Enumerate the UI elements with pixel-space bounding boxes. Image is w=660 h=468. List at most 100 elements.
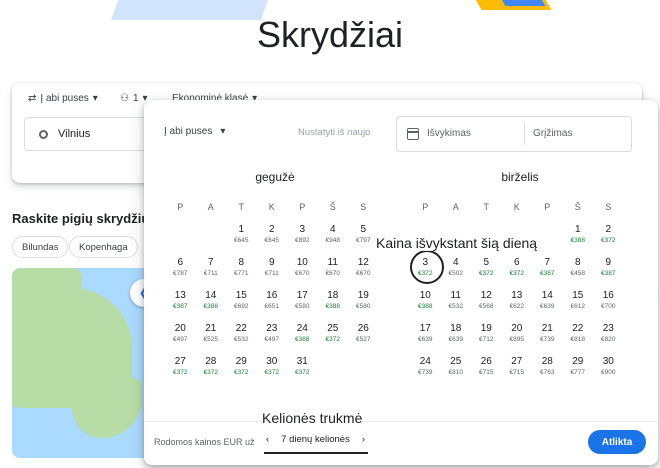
day-number: 4	[329, 224, 336, 235]
calendar-day[interactable]: 2 €645	[257, 224, 288, 257]
calendar-day[interactable]: 23 €497	[257, 323, 288, 356]
calendar-day[interactable]: 26 €527	[348, 323, 379, 356]
chevron-right-icon[interactable]: ›	[362, 434, 365, 445]
day-number: 24	[296, 323, 308, 334]
date-picker-dialog: Į abi puses ▾ Nustatyti iš naujo Išvykim…	[144, 100, 658, 465]
calendar-day[interactable]: 11 €532	[441, 290, 472, 323]
calendar-day[interactable]: 12 €670	[348, 257, 379, 290]
calendar-day[interactable]: 3 €372	[410, 250, 444, 290]
day-number: 30	[602, 356, 614, 367]
day-number: 8	[574, 257, 581, 268]
calendar-day[interactable]: 16 €651	[257, 290, 288, 323]
day-number: 10	[419, 290, 431, 301]
reset-button[interactable]: Nustatyti iš naujo	[298, 127, 370, 138]
calendar-day[interactable]: 17 €580	[287, 290, 318, 323]
calendar-day[interactable]: 21 €525	[196, 323, 227, 356]
calendar-day[interactable]: 25 €372	[318, 323, 349, 356]
price-hint-annotation: Kaina išvykstant šią dieną	[376, 235, 538, 251]
calendar-day[interactable]: 26 €715	[471, 356, 502, 389]
calendar-day[interactable]: 29 €372	[226, 356, 257, 389]
day-price: €797	[356, 237, 371, 244]
calendar-day[interactable]: 23 €820	[593, 323, 624, 356]
calendar-day[interactable]: 31 €372	[287, 356, 318, 389]
destination-chip[interactable]: Bilundas	[12, 236, 69, 258]
passengers-select[interactable]: ⚇ 1 ▾	[120, 93, 148, 104]
destination-chip[interactable]: Kopenhaga	[69, 236, 138, 258]
day-number: 23	[266, 323, 278, 334]
calendar-day[interactable]: 3 €892	[287, 224, 318, 257]
day-number: 1	[574, 224, 581, 235]
weekday-label: T	[483, 202, 490, 212]
calendar-icon	[407, 128, 419, 140]
calendar-day[interactable]: 9 €711	[257, 257, 288, 290]
dialog-trip-type-select[interactable]: Į abi puses ▾	[164, 126, 225, 137]
calendar-day[interactable]: 16 €700	[593, 290, 624, 323]
swap-arrows-icon: ⇄	[28, 93, 37, 104]
calendar-day[interactable]: 28 €372	[196, 356, 227, 389]
calendar-day[interactable]: 10 €388	[410, 290, 441, 323]
return-input[interactable]: Grįžimas	[533, 128, 572, 139]
calendar-day[interactable]: 22 €532	[226, 323, 257, 356]
calendar-day[interactable]: 19 €580	[348, 290, 379, 323]
trip-length-annotation: Kelionės trukmė	[262, 410, 363, 426]
calendar-day[interactable]: 9 €387	[593, 257, 624, 290]
calendar-day[interactable]: 18 €388	[318, 290, 349, 323]
day-number: 11	[450, 290, 461, 301]
calendar-day[interactable]: 5 €372	[471, 257, 502, 290]
day-price: €372	[264, 369, 279, 376]
calendar-day[interactable]: 24 €739	[410, 356, 441, 389]
calendar-day[interactable]: 28 €763	[532, 356, 563, 389]
calendar-day[interactable]: 10 €670	[287, 257, 318, 290]
calendar-day[interactable]: 1 €388	[563, 224, 594, 257]
calendar-day[interactable]: 20 €895	[502, 323, 533, 356]
calendar-day[interactable]: 7 €387	[532, 257, 563, 290]
day-number: 21	[205, 323, 217, 334]
day-price: €892	[295, 237, 310, 244]
day-number: 9	[268, 257, 275, 268]
calendar-day[interactable]: 21 €739	[532, 323, 563, 356]
calendar-day[interactable]: 12 €568	[471, 290, 502, 323]
calendar-day[interactable]: 8 €771	[226, 257, 257, 290]
calendar-day[interactable]: 30 €372	[257, 356, 288, 389]
departure-input[interactable]: Išvykimas	[427, 128, 471, 139]
calendar-day[interactable]: 29 €777	[563, 356, 594, 389]
calendar-day[interactable]: 4 €502	[441, 257, 472, 290]
day-price: €948	[325, 237, 340, 244]
calendar-day[interactable]: 13 €387	[165, 290, 196, 323]
weekday-label: P	[422, 202, 429, 212]
calendar-day[interactable]: 11 €670	[318, 257, 349, 290]
calendar-day[interactable]: 14 €388	[196, 290, 227, 323]
day-price: €372	[601, 237, 616, 244]
calendar-day[interactable]: 2 €372	[593, 224, 624, 257]
calendar-day[interactable]: 30 €900	[593, 356, 624, 389]
calendar-day[interactable]: 1 €645	[226, 224, 257, 257]
map-land	[72, 378, 142, 438]
trip-type-select[interactable]: ⇄ Į abi puses ▾	[28, 93, 98, 104]
calendar-day[interactable]: 27 €715	[502, 356, 533, 389]
origin-field[interactable]: Vilnius	[24, 117, 164, 151]
done-button[interactable]: Atlikta	[588, 430, 646, 454]
calendar-day[interactable]: 15 €692	[226, 290, 257, 323]
calendar-day[interactable]: 17 €639	[410, 323, 441, 356]
calendar-day[interactable]: 5 €797	[348, 224, 379, 257]
weekday-label: P	[177, 202, 184, 212]
calendar-day[interactable]: 19 €712	[471, 323, 502, 356]
day-number: 25	[327, 323, 339, 334]
calendar-day[interactable]: 18 €639	[441, 323, 472, 356]
calendar-day[interactable]: 14 €639	[532, 290, 563, 323]
calendar-day[interactable]: 4 €948	[318, 224, 349, 257]
calendar-day[interactable]: 6 €372	[502, 257, 533, 290]
calendar-day[interactable]: 24 €388	[287, 323, 318, 356]
calendar-day[interactable]: 27 €372	[165, 356, 196, 389]
calendar-day[interactable]: 13 €622	[502, 290, 533, 323]
trip-duration-selector[interactable]: ‹ 7 dienų kelionės ›	[266, 434, 365, 445]
calendar-day[interactable]: 7 €711	[196, 257, 227, 290]
calendar-day[interactable]: 22 €818	[563, 323, 594, 356]
chevron-left-icon[interactable]: ‹	[266, 434, 269, 445]
calendar-day[interactable]: 15 €612	[563, 290, 594, 323]
calendar-day[interactable]: 25 €810	[441, 356, 472, 389]
calendar-day[interactable]: 6 €787	[165, 257, 196, 290]
calendar-day[interactable]: 20 €497	[165, 323, 196, 356]
calendar-day[interactable]: 8 €458	[563, 257, 594, 290]
day-number: 27	[511, 356, 523, 367]
